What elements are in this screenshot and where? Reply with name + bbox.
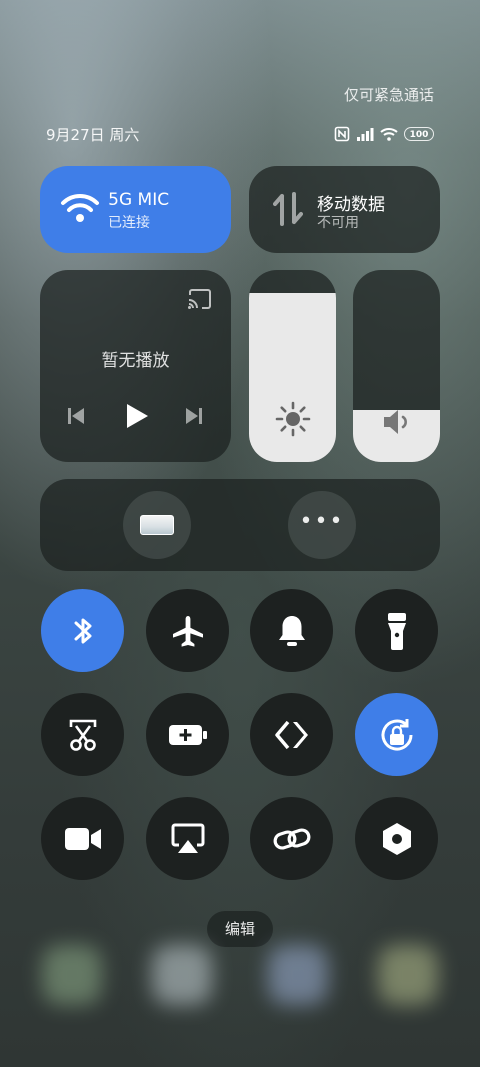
emergency-calls-only: 仅可紧急通话 — [343, 86, 434, 104]
dock-app-blur — [42, 945, 102, 1005]
device-controls-tile: ••• — [40, 479, 440, 571]
video-camera-icon — [64, 827, 101, 850]
brightness-icon — [275, 401, 310, 437]
wifi-network-name: -5G MIC — [108, 190, 170, 210]
rotation-lock-toggle[interactable] — [355, 693, 438, 776]
bluetooth-icon — [74, 618, 91, 643]
battery-icon: 100 — [404, 127, 434, 141]
airplay-icon — [171, 823, 204, 853]
speaker-icon — [383, 410, 407, 434]
next-track-icon[interactable] — [184, 406, 204, 426]
wifi-status-icon — [380, 128, 398, 141]
wifi-icon — [61, 193, 99, 222]
battery-saver-icon — [168, 724, 207, 745]
edit-button[interactable]: 编辑 — [207, 911, 273, 947]
play-icon[interactable] — [122, 402, 150, 430]
media-player-tile[interactable]: 暂无播放 — [40, 270, 231, 462]
wifi-status: 已连接 — [108, 215, 150, 231]
status-bar: 9月27日 周六 100 — [46, 124, 434, 144]
mobile-data-status: 不可用 — [317, 215, 359, 231]
mobile-data-icon — [273, 192, 303, 226]
volume-slider[interactable] — [353, 270, 440, 462]
brightness-slider[interactable] — [249, 270, 336, 462]
bell-icon — [278, 615, 305, 646]
settings-toggle[interactable] — [355, 797, 438, 880]
dock-app-blur — [152, 945, 212, 1005]
cast-icon[interactable] — [187, 288, 213, 310]
screen-mirror-button[interactable] — [123, 491, 191, 559]
more-options-button[interactable]: ••• — [288, 491, 356, 559]
hexagon-settings-icon — [382, 822, 411, 855]
wifi-tile[interactable]: -5G MIC 已连接 — [40, 166, 231, 253]
status-icons: 100 — [334, 126, 434, 142]
screenshot-toggle[interactable] — [41, 693, 124, 776]
previous-track-icon[interactable] — [66, 406, 86, 426]
screen-record-toggle[interactable] — [41, 797, 124, 880]
battery-saver-toggle[interactable] — [146, 693, 229, 776]
screen-cast-toggle[interactable] — [146, 797, 229, 880]
flashlight-icon — [387, 612, 406, 650]
nearby-share-toggle[interactable] — [250, 693, 333, 776]
link-toggle[interactable] — [250, 797, 333, 880]
link-icon — [273, 827, 310, 850]
screenshot-icon — [69, 719, 96, 751]
screen-icon — [140, 515, 174, 535]
nearby-share-icon — [274, 720, 308, 749]
ringer-toggle[interactable] — [250, 589, 333, 672]
nfc-icon — [334, 126, 350, 142]
mobile-data-tile[interactable]: 移动数据 不可用 — [249, 166, 440, 253]
airplane-icon — [172, 615, 203, 647]
more-icon: ••• — [299, 509, 345, 534]
flashlight-toggle[interactable] — [355, 589, 438, 672]
signal-icon — [357, 128, 374, 141]
dock-app-blur — [268, 945, 328, 1005]
rotation-lock-icon — [381, 718, 412, 750]
media-status: 暂无播放 — [101, 351, 170, 371]
date-label: 9月27日 周六 — [46, 125, 140, 144]
bluetooth-toggle[interactable] — [41, 589, 124, 672]
dock-app-blur — [378, 945, 438, 1005]
airplane-mode-toggle[interactable] — [146, 589, 229, 672]
